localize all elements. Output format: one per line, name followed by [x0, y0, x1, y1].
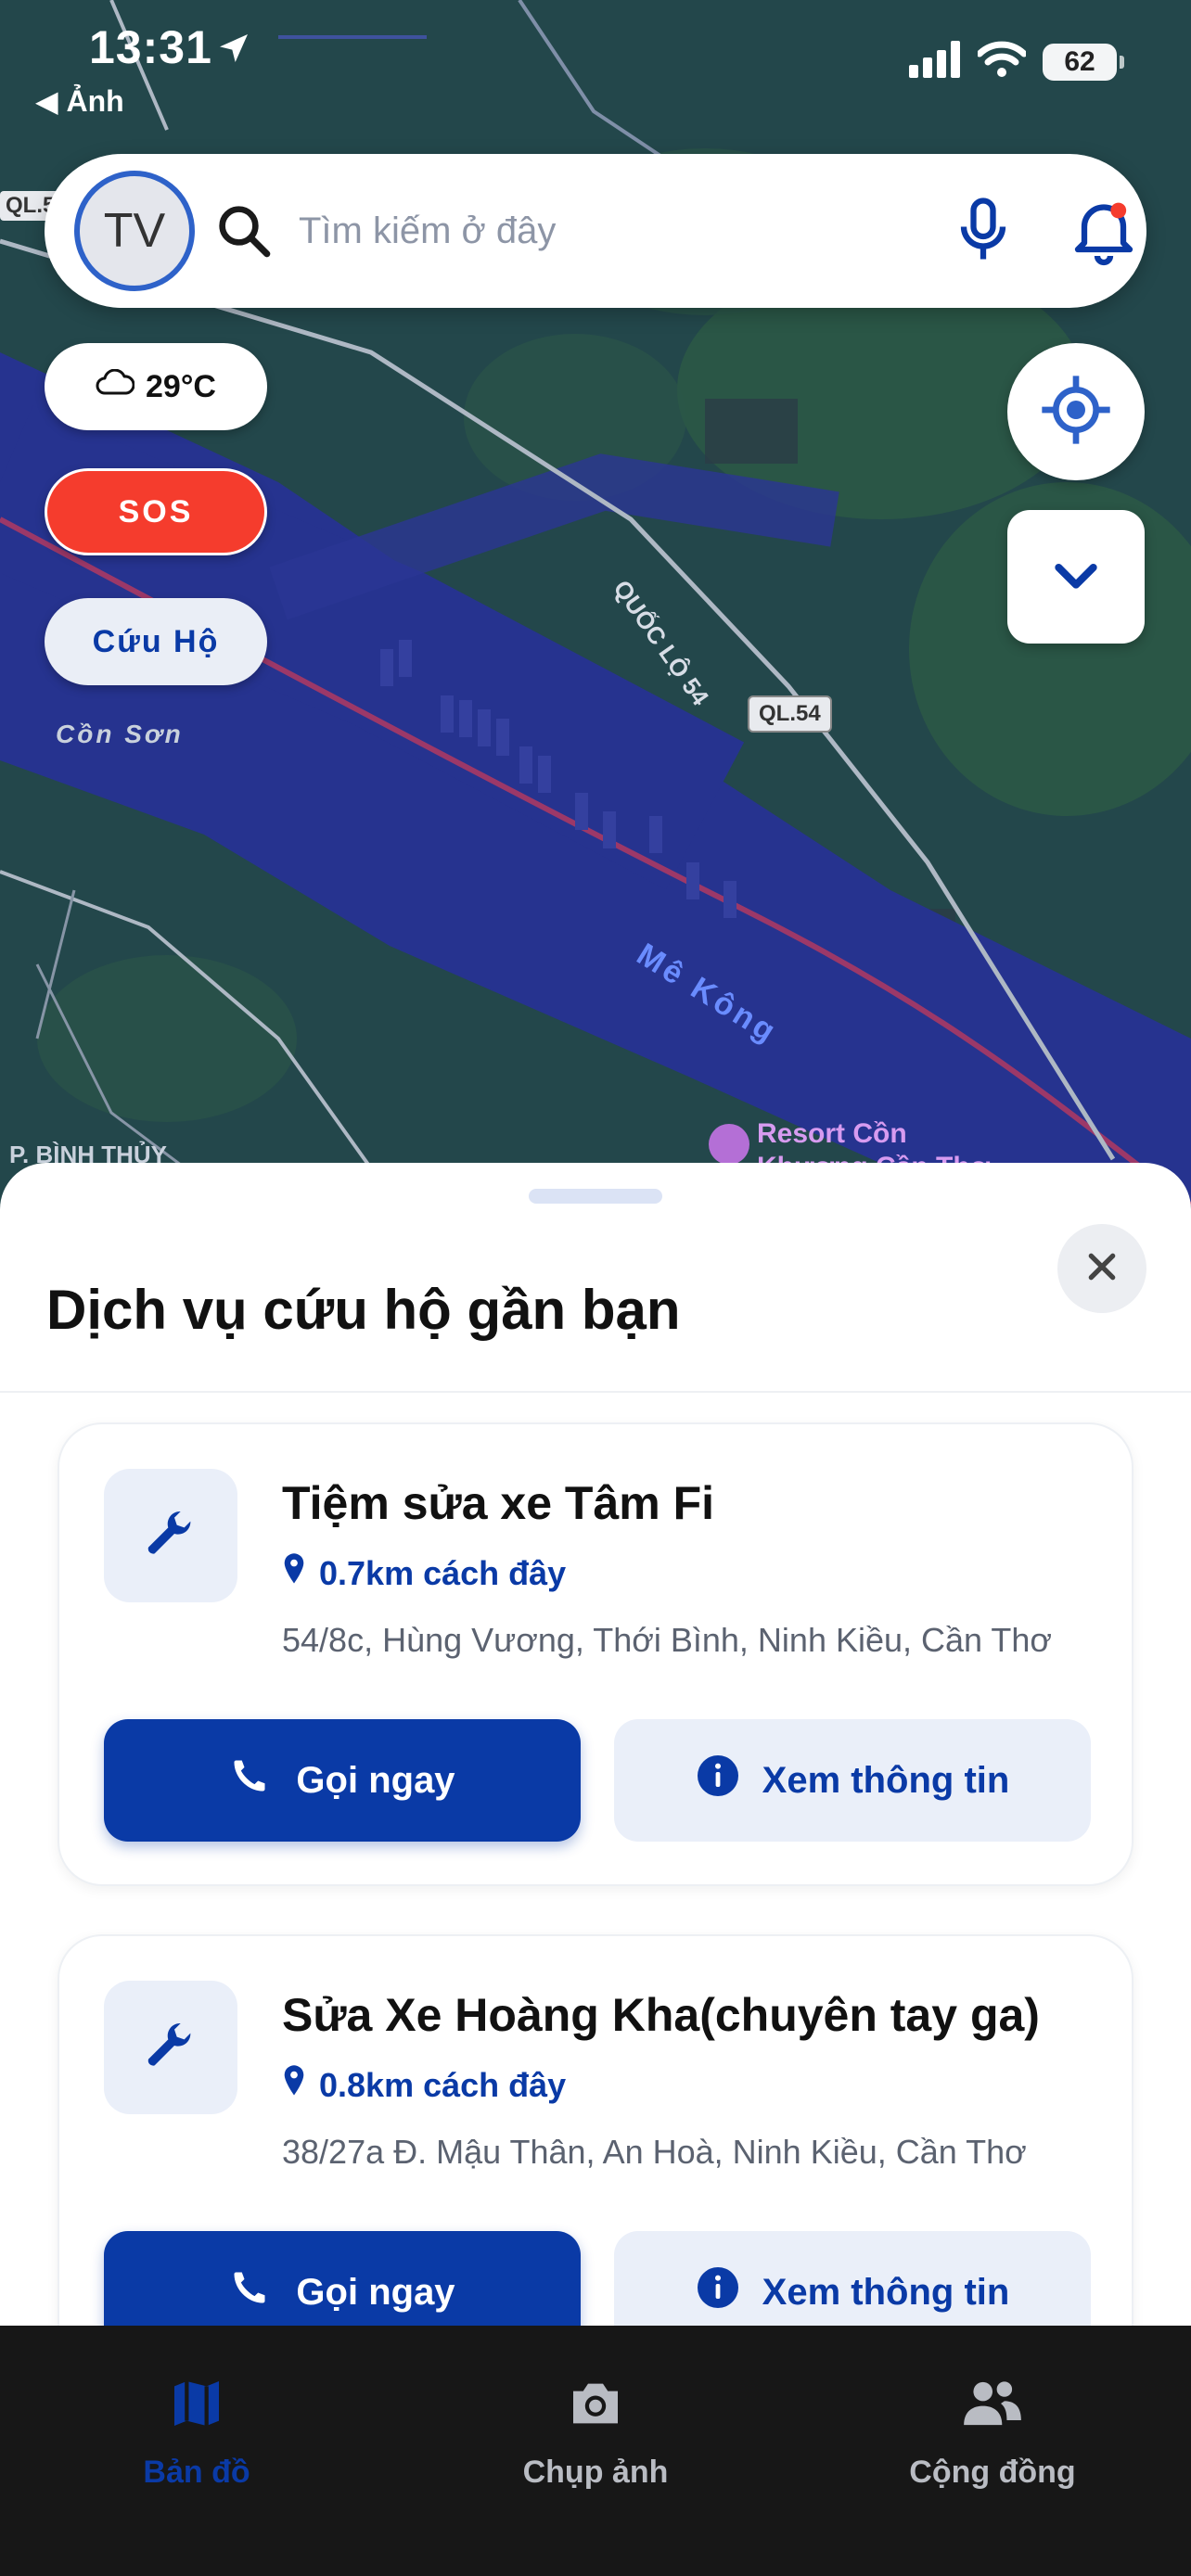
- search-bar: TV: [45, 154, 1146, 308]
- users-icon: [959, 2374, 1026, 2442]
- rescue-sheet: Dịch vụ cứu hộ gần bạn Tiệm sửa xe Tâm F…: [0, 1163, 1191, 2337]
- my-location-button[interactable]: [1007, 343, 1145, 480]
- sos-button[interactable]: SOS: [45, 468, 267, 555]
- service-address: 54/8c, Hùng Vương, Thới Bình, Ninh Kiều,…: [282, 1621, 1053, 1659]
- close-button[interactable]: [1057, 1224, 1146, 1313]
- search-input[interactable]: [299, 191, 892, 271]
- service-name: Tiệm sửa xe Tâm Fi: [282, 1477, 715, 1529]
- status-indicators: 62: [909, 41, 1124, 83]
- mic-icon[interactable]: [944, 191, 1022, 274]
- service-distance-text: 0.8km cách đây: [319, 2065, 567, 2104]
- status-time: 13:31: [89, 21, 212, 73]
- search-icon: [213, 200, 275, 266]
- collapse-button[interactable]: [1007, 510, 1145, 644]
- road-label-ql54: QL.54: [748, 695, 832, 733]
- service-card: Sửa Xe Hoàng Kha(chuyên tay ga) 0.8km cá…: [58, 1934, 1133, 2337]
- service-distance: 0.7km cách đây: [282, 1552, 566, 1594]
- battery-indicator: 62: [1043, 43, 1124, 81]
- sheet-divider: [0, 1391, 1191, 1393]
- call-button[interactable]: Gọi ngay: [104, 1719, 581, 1842]
- bell-icon[interactable]: [1065, 191, 1143, 274]
- phone-icon: [229, 2267, 270, 2317]
- cloud-icon: [96, 368, 135, 405]
- wrench-icon: [141, 2016, 200, 2080]
- tab-photo-label: Chụp ảnh: [522, 2455, 669, 2490]
- crosshair-icon: [1039, 373, 1113, 452]
- place-label-con-son: Cồn Sơn: [56, 720, 184, 748]
- weather-temp: 29°C: [146, 368, 216, 404]
- sheet-drag-handle[interactable]: [529, 1189, 662, 1204]
- service-icon-tile: [104, 1469, 237, 1602]
- tab-map-label: Bản đồ: [143, 2455, 250, 2490]
- weather-chip[interactable]: 29°C: [45, 343, 267, 430]
- wrench-icon: [141, 1504, 200, 1568]
- poi-resort-icon[interactable]: [709, 1124, 749, 1165]
- tab-community-label: Cộng đồng: [909, 2455, 1076, 2490]
- service-distance-text: 0.7km cách đây: [319, 1553, 567, 1592]
- phone-icon: [229, 1755, 270, 1805]
- service-distance: 0.8km cách đây: [282, 2064, 566, 2106]
- info-icon: [696, 1753, 740, 1807]
- back-to-app-link[interactable]: ◀ Ảnh: [35, 83, 124, 119]
- view-info-button-label: Xem thông tin: [762, 2271, 1010, 2313]
- view-info-button-label: Xem thông tin: [762, 1759, 1010, 1801]
- service-name: Sửa Xe Hoàng Kha(chuyên tay ga): [282, 1989, 1040, 2041]
- info-icon: [696, 2265, 740, 2319]
- tab-map[interactable]: Bản đồ: [58, 2374, 336, 2491]
- tab-community[interactable]: Cộng đồng: [853, 2374, 1132, 2491]
- wifi-icon: [976, 41, 1028, 83]
- call-button[interactable]: Gọi ngay: [104, 2231, 581, 2337]
- close-icon: [1083, 1248, 1121, 1290]
- pin-icon: [282, 1552, 306, 1594]
- service-address: 38/27a Đ. Mậu Thân, An Hoà, Ninh Kiều, C…: [282, 2133, 1027, 2171]
- call-button-label: Gọi ngay: [296, 1759, 455, 1801]
- rescue-button[interactable]: Cứu Hộ: [45, 598, 267, 685]
- pin-icon: [282, 2064, 306, 2106]
- avatar[interactable]: TV: [74, 171, 195, 291]
- view-info-button[interactable]: Xem thông tin: [614, 2231, 1091, 2337]
- map-icon: [167, 2374, 226, 2442]
- chevron-down-icon: [1046, 545, 1106, 609]
- service-card: Tiệm sửa xe Tâm Fi 0.7km cách đây 54/8c,…: [58, 1422, 1133, 1886]
- service-icon-tile: [104, 1981, 237, 2114]
- location-arrow-icon: [215, 30, 252, 71]
- tab-photo[interactable]: Chụp ảnh: [456, 2374, 735, 2491]
- camera-icon: [566, 2374, 625, 2442]
- poi-resort-label[interactable]: Resort Cồn: [757, 1118, 907, 1150]
- call-button-label: Gọi ngay: [296, 2271, 455, 2313]
- signal-icon: [909, 41, 961, 83]
- bottom-tab-bar: Bản đồ Chụp ảnh Cộng đồng: [0, 2326, 1191, 2576]
- sheet-title: Dịch vụ cứu hộ gần bạn: [46, 1279, 681, 1341]
- view-info-button[interactable]: Xem thông tin: [614, 1719, 1091, 1842]
